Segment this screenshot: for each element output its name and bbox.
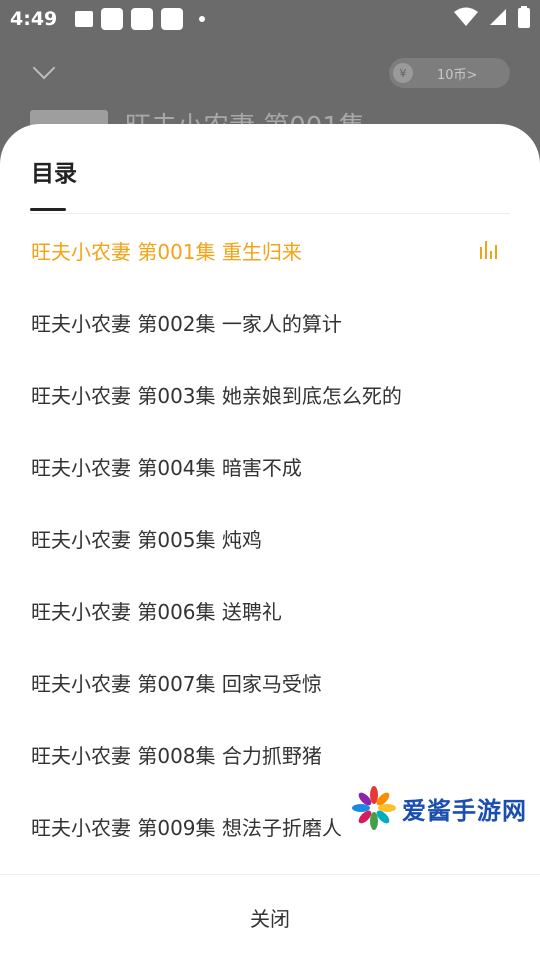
episode-label: 旺夫小农妻 第001集 重生归来: [31, 239, 302, 264]
app-notification-icon: [161, 8, 184, 30]
episode-item[interactable]: 旺夫小农妻 第008集 合力抓野猪: [0, 718, 540, 790]
episode-item[interactable]: 旺夫小农妻 第007集 回家马受惊: [0, 646, 540, 718]
watermark-text: 爱酱手游网: [402, 796, 527, 825]
now-playing-icon: [480, 241, 500, 259]
collapse-chevron-icon[interactable]: [32, 56, 56, 80]
coin-icon: ¥: [393, 63, 413, 83]
battery-icon: [518, 6, 530, 28]
coin-price-button[interactable]: ¥ 10币>: [389, 58, 510, 88]
wifi-icon: [454, 7, 478, 26]
episode-label: 旺夫小农妻 第005集 炖鸡: [31, 527, 262, 552]
coin-price-label: 10币>: [437, 67, 478, 83]
watermark: 爱酱手游网: [352, 786, 527, 830]
tab-indicator: [30, 208, 66, 211]
episode-item[interactable]: 旺夫小农妻 第004集 暗害不成: [0, 430, 540, 502]
episode-item[interactable]: 旺夫小农妻 第006集 送聘礼: [0, 574, 540, 646]
episode-item[interactable]: 旺夫小农妻 第005集 炖鸡: [0, 502, 540, 574]
status-time: 4:49: [10, 8, 58, 30]
episode-item[interactable]: 旺夫小农妻 第002集 一家人的算计: [0, 286, 540, 358]
episode-label: 旺夫小农妻 第009集 想法子折磨人: [31, 815, 342, 840]
episode-label: 旺夫小农妻 第006集 送聘礼: [31, 599, 282, 624]
sheet-title: 目录: [31, 161, 77, 187]
system-icons: [454, 6, 530, 28]
image-icon: [75, 11, 94, 27]
episode-item[interactable]: 旺夫小农妻 第001集 重生归来: [0, 214, 540, 286]
episode-label: 旺夫小农妻 第008集 合力抓野猪: [31, 743, 322, 768]
episode-label: 旺夫小农妻 第002集 一家人的算计: [31, 311, 342, 336]
more-notifications-icon: [199, 16, 206, 22]
signal-icon: [490, 9, 506, 25]
episode-label: 旺夫小农妻 第003集 她亲娘到底怎么死的: [31, 383, 402, 408]
episode-list-sheet: 目录 旺夫小农妻 第001集 重生归来 旺夫小农妻 第002集 一家人的算计 旺…: [0, 124, 540, 960]
episode-label: 旺夫小农妻 第004集 暗害不成: [31, 455, 302, 480]
notification-icons: [75, 8, 206, 30]
status-bar: 4:49: [0, 0, 540, 38]
episode-list: 旺夫小农妻 第001集 重生归来 旺夫小农妻 第002集 一家人的算计 旺夫小农…: [0, 214, 540, 862]
close-button[interactable]: 关闭: [230, 903, 310, 932]
sheet-footer: 关闭: [0, 874, 540, 960]
app-notification-icon: [101, 8, 124, 30]
app-notification-icon: [131, 8, 154, 30]
episode-item[interactable]: 旺夫小农妻 第003集 她亲娘到底怎么死的: [0, 358, 540, 430]
pinwheel-logo-icon: [352, 786, 396, 830]
episode-label: 旺夫小农妻 第007集 回家马受惊: [31, 671, 322, 696]
